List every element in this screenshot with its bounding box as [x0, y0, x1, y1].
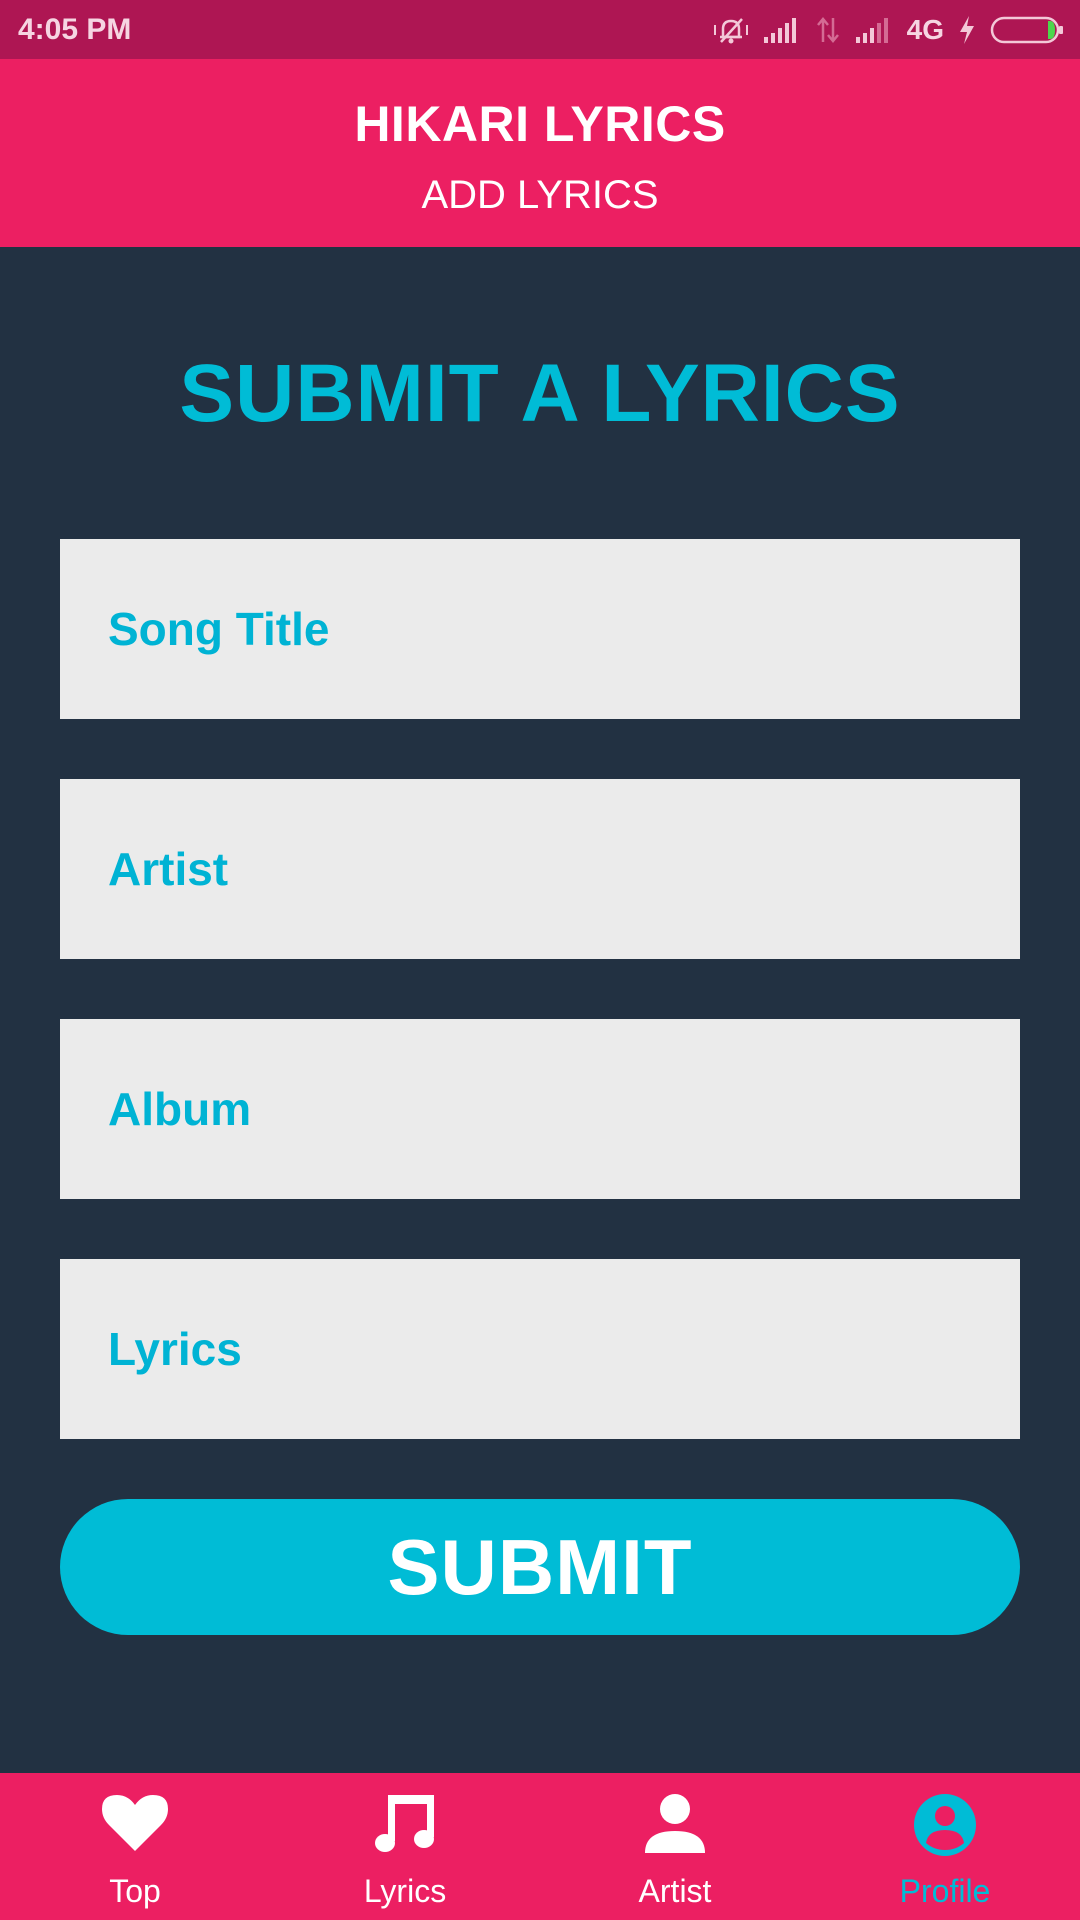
artist-input[interactable]: [60, 779, 1020, 959]
bottom-nav: Top Lyrics Artist Profile: [0, 1773, 1080, 1920]
page-title: ADD LYRICS: [421, 173, 659, 217]
heart-icon: [102, 1793, 168, 1853]
signal-icon: [855, 17, 893, 43]
app-title: HIKARI LYRICS: [354, 96, 726, 152]
song-title-input[interactable]: [60, 539, 1020, 719]
nav-item-profile[interactable]: Profile: [810, 1773, 1080, 1920]
charging-icon: [958, 15, 976, 45]
submit-button[interactable]: SUBMIT: [60, 1499, 1020, 1635]
nav-item-artist[interactable]: Artist: [540, 1773, 810, 1920]
person-icon: [644, 1793, 706, 1855]
nav-label-lyrics: Lyrics: [363, 1873, 447, 1909]
nav-label-artist: Artist: [638, 1873, 712, 1909]
music-note-icon: [374, 1793, 436, 1855]
nav-item-top[interactable]: Top: [0, 1773, 270, 1920]
status-time: 4:05 PM: [18, 12, 132, 46]
signal-icon: [763, 17, 801, 43]
data-arrows-icon: [815, 16, 841, 44]
vibrate-off-icon: [713, 15, 749, 45]
nav-item-lyrics[interactable]: Lyrics: [270, 1773, 540, 1920]
status-bar: 4:05 PM 4G: [0, 0, 1080, 59]
lyrics-input[interactable]: [60, 1259, 1020, 1439]
status-icons: 4G: [713, 14, 1064, 46]
nav-label-top: Top: [109, 1873, 161, 1909]
battery-icon: [990, 15, 1064, 45]
account-circle-icon: [913, 1793, 977, 1857]
app-header: HIKARI LYRICS ADD LYRICS: [0, 59, 1080, 247]
nav-label-profile: Profile: [899, 1873, 991, 1909]
album-input[interactable]: [60, 1019, 1020, 1199]
form-heading: SUBMIT A LYRICS: [179, 348, 901, 439]
submit-lyrics-form: SUBMIT A LYRICS SUBMIT: [0, 247, 1080, 1773]
network-type: 4G: [906, 13, 944, 45]
